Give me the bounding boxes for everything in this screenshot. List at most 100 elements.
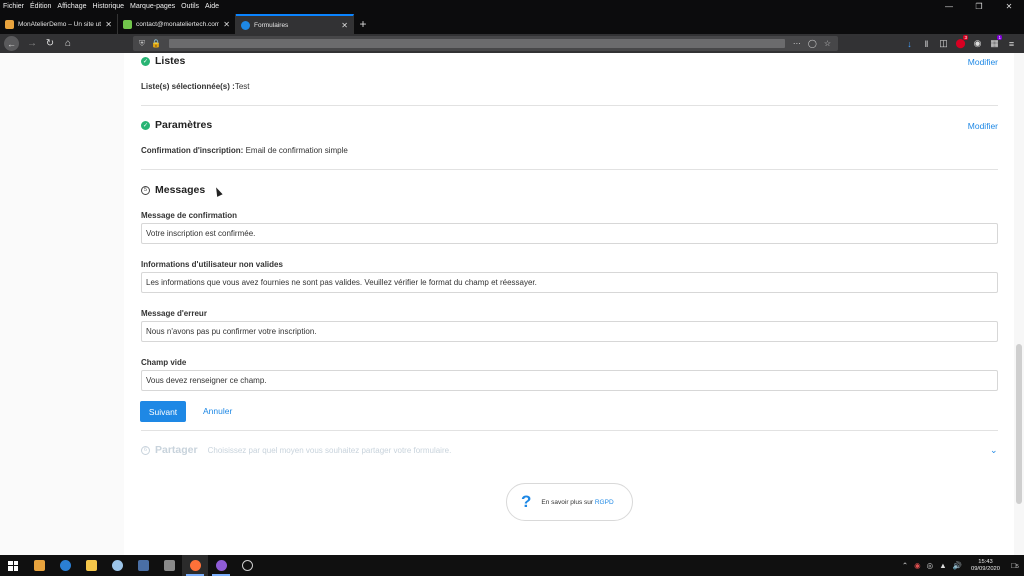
scrollbar-thumb[interactable]: [1016, 344, 1022, 504]
menu-tools[interactable]: Outils: [181, 3, 199, 10]
divider: [141, 169, 998, 170]
clock-time: 15:43: [978, 558, 993, 565]
question-mark-icon: ?: [521, 492, 532, 511]
tab-title: MonAtelierDemo – Un site uti: [18, 20, 102, 28]
step-number-icon: 6: [141, 445, 150, 455]
wifi-icon[interactable]: ▲: [939, 561, 946, 570]
tab-contact[interactable]: contact@monateliertech.com ✕: [118, 14, 236, 34]
settings-info: Confirmation d'inscription: Email de con…: [141, 146, 348, 155]
extension-icon[interactable]: ▦ 1: [986, 35, 1003, 52]
mouse-cursor-icon: [213, 186, 223, 197]
menu-file[interactable]: Fichier: [3, 3, 24, 10]
gdpr-link[interactable]: RGPD: [595, 499, 614, 506]
divider: [141, 105, 998, 106]
minimize-icon[interactable]: —: [934, 0, 964, 13]
download-icon[interactable]: ↓: [901, 35, 918, 52]
scrollbar[interactable]: [1014, 53, 1024, 555]
field-label: Message d'erreur: [141, 309, 207, 318]
invalid-info-message-input[interactable]: [141, 272, 998, 293]
cancel-link[interactable]: Annuler: [203, 406, 232, 416]
close-tab-icon[interactable]: ✕: [223, 20, 230, 29]
menu-bookmarks[interactable]: Marque-pages: [130, 3, 175, 10]
section-lists-header: ✓ Listes: [141, 55, 185, 67]
error-message-input[interactable]: [141, 321, 998, 342]
taskbar-app-orange-icon[interactable]: [26, 555, 52, 576]
menu-history[interactable]: Historique: [92, 3, 124, 10]
reload-icon[interactable]: ↻: [41, 35, 59, 52]
clock[interactable]: 15:43 09/09/2020: [971, 559, 1000, 573]
tab-bar: MonAtelierDemo – Un site uti ✕ contact@m…: [0, 13, 1024, 34]
menu-help[interactable]: Aide: [205, 3, 219, 10]
menu-edit[interactable]: Édition: [30, 3, 51, 10]
adblock-icon[interactable]: ⬤ 3: [952, 35, 969, 52]
site-favicon-icon: [5, 19, 14, 29]
info-value: Email de confirmation simple: [243, 146, 348, 155]
hamburger-menu-icon[interactable]: ≡: [1003, 35, 1020, 52]
info-value: Test: [234, 82, 250, 91]
close-window-icon[interactable]: ✕: [994, 0, 1024, 13]
back-arrow-icon[interactable]: ←: [4, 36, 19, 51]
new-tab-icon[interactable]: +: [354, 14, 372, 34]
tab-monatelierdemo[interactable]: MonAtelierDemo – Un site uti ✕: [0, 14, 118, 34]
chevron-up-icon[interactable]: ⌃: [902, 561, 908, 570]
taskbar-firefox-dev-icon[interactable]: [208, 555, 234, 576]
library-icon[interactable]: ‖: [918, 35, 935, 52]
section-title: Messages: [155, 184, 206, 196]
browser-menubar: Fichier Édition Affichage Historique Mar…: [0, 0, 1024, 13]
info-label: Liste(s) sélectionnée(s) :: [141, 82, 235, 91]
next-button[interactable]: Suivant: [140, 401, 186, 422]
sidebar-icon[interactable]: ◫: [935, 35, 952, 52]
modify-lists-link[interactable]: Modifier: [968, 57, 998, 67]
section-share-header[interactable]: 6 Partager Choisissez par quel moyen vou…: [141, 444, 451, 456]
gdpr-prefix: En savoir plus sur: [541, 498, 595, 506]
lists-info: Liste(s) sélectionnée(s) :Test: [141, 82, 249, 91]
section-title: Paramètres: [155, 119, 213, 131]
divider: [141, 430, 998, 431]
extension-badge: 1: [997, 35, 1002, 40]
taskbar-firefox-icon[interactable]: [182, 555, 208, 576]
check-circle-icon: ✓: [141, 56, 150, 66]
taskbar-clock-app-icon[interactable]: [234, 555, 260, 576]
field-label: Champ vide: [141, 358, 187, 367]
taskbar-edge-icon[interactable]: [52, 555, 78, 576]
field-label: Informations d'utilisateur non valides: [141, 260, 283, 269]
location-icon[interactable]: ◎: [927, 561, 934, 570]
forward-arrow-icon[interactable]: →: [23, 35, 41, 52]
menu-view[interactable]: Affichage: [57, 3, 86, 10]
toolbar-icons: ↓ ‖ ◫ ⬤ 3 ◉ ▦ 1 ≡: [901, 35, 1020, 52]
confirmation-message-input[interactable]: [141, 223, 998, 244]
restore-icon[interactable]: ❐: [964, 0, 994, 13]
modify-settings-link[interactable]: Modifier: [968, 121, 998, 131]
security-icon[interactable]: ◉: [914, 561, 921, 570]
shield-icon[interactable]: ⛨: [139, 39, 145, 49]
tab-formulaires[interactable]: Formulaires ✕: [236, 14, 354, 34]
home-icon[interactable]: ⌂: [59, 35, 77, 52]
volume-icon[interactable]: 🔊: [953, 561, 962, 570]
page-actions-icon[interactable]: ⋯: [793, 39, 801, 48]
tab-title: contact@monateliertech.com: [136, 20, 220, 28]
section-title: Partager: [155, 444, 198, 456]
gdpr-info-box[interactable]: ? En savoir plus sur RGPD: [506, 483, 633, 521]
step-number-icon: 5: [141, 185, 150, 195]
field-label: Message de confirmation: [141, 211, 238, 220]
taskbar-calculator-icon[interactable]: [156, 555, 182, 576]
section-subtitle: Choisissez par quel moyen vous souhaitez…: [207, 445, 452, 455]
bookmark-star-icon[interactable]: ☆: [824, 39, 831, 48]
empty-field-message-input[interactable]: [141, 370, 998, 391]
section-messages-header: 5 Messages: [141, 184, 205, 196]
close-tab-icon[interactable]: ✕: [105, 20, 112, 29]
taskbar-document-icon[interactable]: [130, 555, 156, 576]
mail-favicon-icon: [123, 19, 132, 29]
pocket-icon[interactable]: ◯: [808, 39, 817, 48]
chevron-down-icon[interactable]: ⌄: [990, 445, 998, 456]
taskbar-paint-icon[interactable]: [104, 555, 130, 576]
windows-start-icon[interactable]: [0, 555, 26, 576]
account-icon[interactable]: ◉: [969, 35, 986, 52]
notification-count: 5: [1016, 564, 1019, 570]
tab-title: Formulaires: [254, 21, 289, 29]
system-tray: ⌃ ◉ ◎ ▲ 🔊 15:43 09/09/2020 □5: [899, 555, 1024, 576]
taskbar-file-explorer-icon[interactable]: [78, 555, 104, 576]
close-tab-icon[interactable]: ✕: [341, 21, 348, 30]
url-bar[interactable]: ⛨ 🔒 ⋯ ◯ ☆: [133, 36, 838, 51]
notification-center-icon[interactable]: □5: [1006, 561, 1024, 570]
